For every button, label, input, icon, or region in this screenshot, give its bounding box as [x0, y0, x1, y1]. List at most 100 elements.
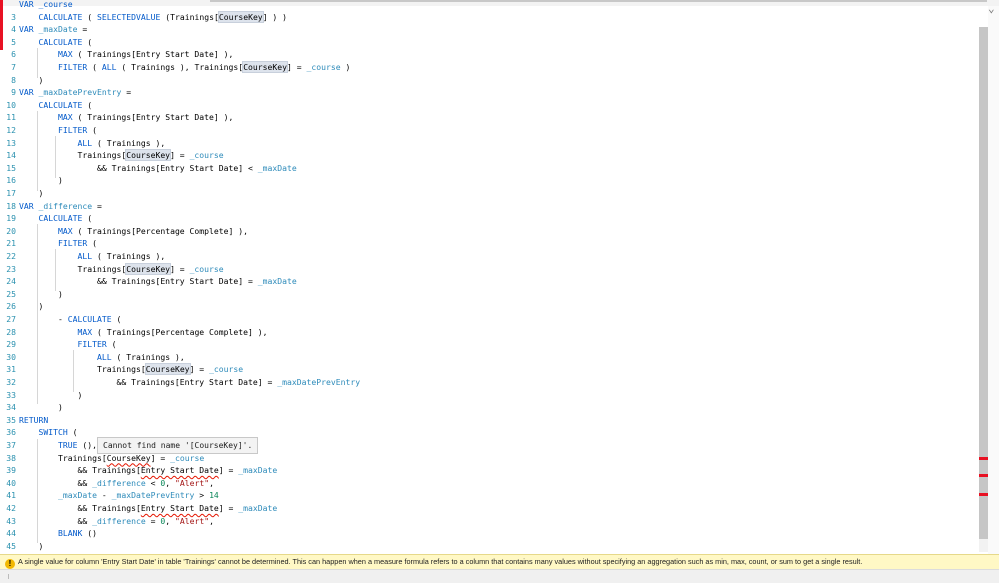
code-text[interactable]: VAR _course	[19, 0, 73, 11]
code-token: >	[194, 490, 210, 501]
code-token: =	[145, 515, 161, 526]
code-token: _difference	[38, 200, 93, 211]
line-number: 3	[11, 11, 16, 22]
code-text[interactable]: Trainings[CourseKey] = _course	[19, 363, 243, 376]
code-text[interactable]: MAX ( Trainings[Percentage Complete] ),	[19, 326, 267, 339]
code-token: _maxDate	[257, 162, 297, 173]
line-number: 39	[6, 465, 16, 476]
code-token: _course	[189, 263, 224, 274]
code-text[interactable]: )	[19, 401, 63, 414]
code-token: MAX	[57, 112, 73, 123]
code-token: ( Trainings ), Trainings[	[116, 62, 244, 72]
code-text[interactable]: CALCULATE (	[19, 99, 93, 112]
scroll-track	[8, 574, 989, 579]
code-text[interactable]: FILTER (	[19, 237, 97, 250]
code-token: ,	[165, 515, 175, 526]
code-text[interactable]: && Trainings[Entry Start Date] = _maxDat…	[19, 464, 277, 477]
code-token: ( Trainings[Entry Start Date] ),	[72, 49, 234, 60]
code-token: _course	[189, 150, 224, 161]
indent-guide	[37, 48, 38, 78]
code-text[interactable]: && Trainings[Entry Start Date] = _maxDat…	[19, 376, 360, 389]
dax-formula-editor[interactable]: VAR _course 3 CALCULATE ( SELECTEDVALUE (…	[0, 0, 999, 554]
code-token: BLANK	[57, 528, 83, 539]
line-number: 11	[6, 112, 16, 123]
scrollbar-thumb[interactable]	[979, 27, 988, 539]
code-text[interactable]: VAR _difference =	[19, 200, 102, 213]
line-number: 42	[6, 503, 16, 513]
code-token: Trainings[	[19, 452, 107, 463]
code-text[interactable]: && _difference < 0, "Alert",	[19, 477, 213, 490]
code-token: CALCULATE	[38, 213, 83, 224]
code-text[interactable]: ALL ( Trainings ),	[19, 250, 165, 263]
line-number: 24	[6, 276, 16, 287]
code-text[interactable]: Trainings[CourseKey] = _course	[19, 262, 224, 276]
error-marker	[979, 474, 988, 477]
code-text[interactable]: )	[19, 540, 43, 553]
code-token: )	[340, 62, 351, 72]
divider	[210, 0, 987, 2]
code-text[interactable]: && _difference = 0, "Alert",	[19, 515, 213, 528]
code-text[interactable]: && Trainings[Entry Start Date] = _maxDat…	[19, 502, 277, 515]
code-text[interactable]: MAX ( Trainings[Entry Start Date] ),	[19, 48, 233, 61]
code-text[interactable]: )	[19, 174, 63, 187]
line-number: 21	[6, 238, 16, 249]
line-number: 29	[6, 339, 16, 350]
code-text[interactable]: CALCULATE (	[19, 212, 93, 225]
code-token: CALCULATE	[67, 314, 112, 324]
code-text[interactable]: CALCULATE ( SELECTEDVALUE (Trainings[Cou…	[19, 10, 288, 24]
code-token: )	[19, 188, 44, 198]
code-token: _maxDate	[57, 490, 97, 501]
code-text[interactable]: ALL ( Trainings ),	[19, 137, 165, 150]
line-number: 36	[6, 427, 16, 438]
code-text[interactable]: )	[19, 300, 43, 313]
code-text[interactable]: ALL ( Trainings ),	[19, 351, 185, 364]
code-text[interactable]: TRUE (),	[19, 439, 97, 452]
code-token: ] ) )	[262, 11, 288, 22]
line-number: 13	[6, 137, 16, 148]
code-text[interactable]: VAR _maxDate =	[19, 23, 87, 36]
line-number: 35	[6, 414, 16, 425]
code-text[interactable]: FILTER (	[19, 124, 97, 137]
code-text[interactable]: MAX ( Trainings[Entry Start Date] ),	[19, 111, 233, 124]
code-token: ALL	[77, 251, 93, 261]
code-token: _maxDatePrevEntry	[277, 377, 361, 387]
vertical-scrollbar[interactable]	[979, 27, 988, 552]
code-text[interactable]: VAR _maxDatePrevEntry =	[19, 86, 131, 99]
code-text[interactable]: )	[19, 74, 43, 87]
code-text[interactable]: )	[19, 288, 63, 301]
code-text[interactable]: MAX ( Trainings[Percentage Complete] ),	[19, 225, 248, 238]
code-token: _course	[170, 452, 205, 463]
code-token: ( Trainings[Entry Start Date] ),	[72, 112, 234, 123]
chevron-down-icon[interactable]: ⌄	[988, 3, 998, 14]
code-text[interactable]: && Trainings[Entry Start Date] < _maxDat…	[19, 162, 297, 175]
code-text[interactable]: Trainings[CourseKey] = _course	[19, 149, 224, 162]
code-token: )	[19, 301, 44, 312]
code-text[interactable]: - CALCULATE (	[19, 313, 121, 326]
code-text[interactable]: FILTER ( ALL ( Trainings ), Trainings[Co…	[19, 61, 350, 74]
highlighted-token: CourseKey	[144, 363, 191, 376]
code-text[interactable]: RETURN	[19, 414, 48, 427]
code-text[interactable]: && Trainings[Entry Start Date] = _maxDat…	[19, 275, 297, 288]
code-token: )	[19, 74, 44, 85]
code-token: _maxDatePrevEntry	[111, 490, 195, 501]
code-token: Trainings[	[19, 364, 146, 375]
code-text[interactable]: BLANK ()	[19, 527, 97, 540]
code-token: "Alert"	[174, 515, 210, 526]
code-token: -	[96, 490, 112, 501]
code-text[interactable]: _maxDate - _maxDatePrevEntry > 14	[19, 489, 219, 502]
code-text[interactable]: )	[19, 187, 43, 200]
line-number: 27	[6, 314, 16, 324]
code-text[interactable]: SWITCH (	[19, 426, 78, 439]
code-token: VAR _course	[19, 0, 73, 9]
line-number: 19	[6, 213, 16, 224]
horizontal-scrollbar[interactable]	[0, 569, 999, 583]
code-text[interactable]: CALCULATE (	[19, 36, 93, 49]
editor-top-bar	[0, 0, 999, 6]
code-text[interactable]: FILTER (	[19, 338, 116, 351]
code-token: _maxDate	[257, 276, 297, 287]
